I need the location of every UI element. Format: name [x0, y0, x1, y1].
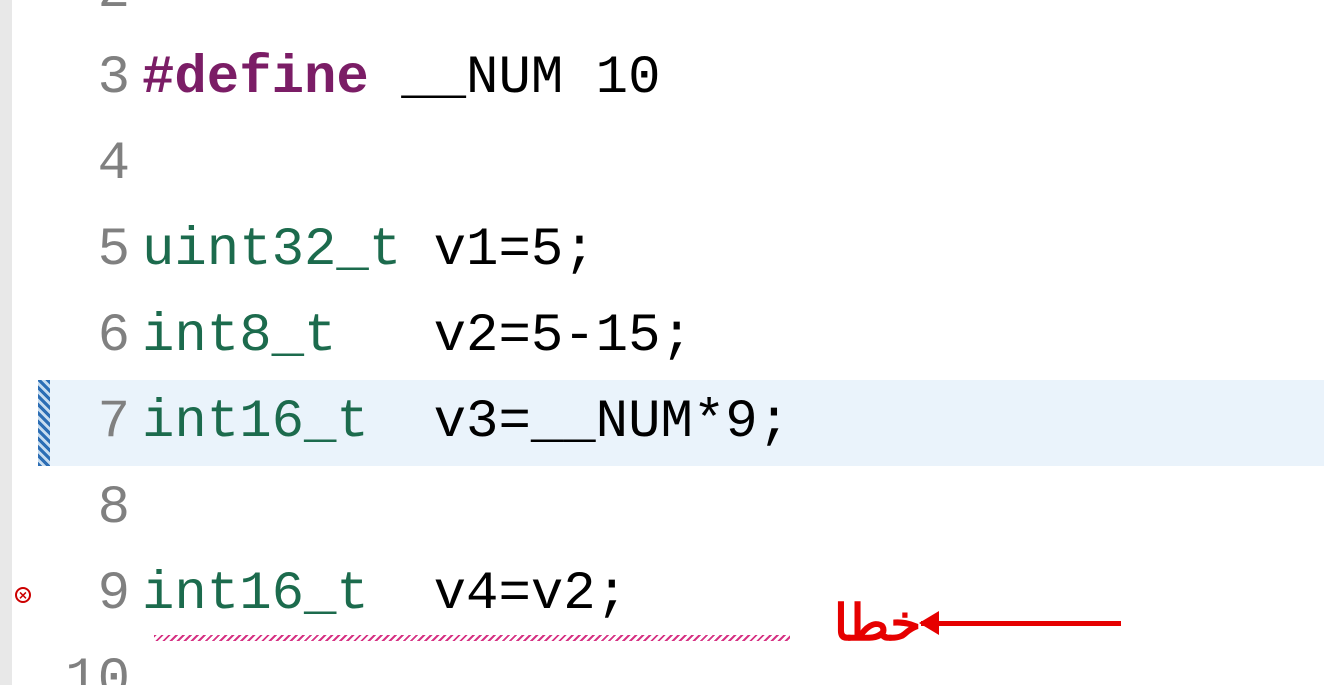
- code-area[interactable]: 23#define __NUM 1045uint32_t v1=5;6int8_…: [50, 0, 1324, 685]
- icon-gutter: [12, 0, 38, 685]
- code-line[interactable]: 3#define __NUM 10: [50, 36, 1324, 122]
- error-icon[interactable]: [15, 587, 31, 603]
- code-content[interactable]: uint32_t v1=5;: [142, 208, 596, 294]
- line-number: 4: [50, 122, 142, 208]
- code-line[interactable]: 2: [50, 0, 1324, 36]
- code-token: v4=v2;: [369, 564, 628, 625]
- code-line[interactable]: 10: [50, 638, 1324, 685]
- code-content[interactable]: int16_t v3=__NUM*9;: [142, 380, 790, 466]
- code-token: v2=5-15;: [336, 306, 692, 367]
- code-token: #define: [142, 48, 369, 109]
- code-token: int16_t: [142, 564, 369, 625]
- change-gutter: [38, 0, 50, 685]
- line-number: 2: [50, 0, 142, 36]
- line-number: 6: [50, 294, 142, 380]
- line-number: 7: [50, 380, 142, 466]
- code-line[interactable]: 8: [50, 466, 1324, 552]
- code-token: v3=__NUM*9;: [369, 392, 790, 453]
- line-number: 8: [50, 466, 142, 552]
- code-line[interactable]: 5uint32_t v1=5;: [50, 208, 1324, 294]
- code-line[interactable]: 7int16_t v3=__NUM*9;: [50, 380, 1324, 466]
- code-content[interactable]: int16_t v4=v2;: [142, 552, 628, 638]
- code-editor[interactable]: 23#define __NUM 1045uint32_t v1=5;6int8_…: [0, 0, 1324, 685]
- code-content[interactable]: int8_t v2=5-15;: [142, 294, 693, 380]
- line-number: 10: [50, 638, 142, 685]
- code-token: v1=5;: [401, 220, 595, 281]
- code-token: int8_t: [142, 306, 336, 367]
- code-line[interactable]: 4: [50, 122, 1324, 208]
- code-line[interactable]: 9int16_t v4=v2;: [50, 552, 1324, 638]
- line-number: 3: [50, 36, 142, 122]
- code-token: uint32_t: [142, 220, 401, 281]
- code-token: __NUM 10: [369, 48, 661, 109]
- line-number: 9: [50, 552, 142, 638]
- change-marker: [38, 380, 50, 466]
- code-token: int16_t: [142, 392, 369, 453]
- code-line[interactable]: 6int8_t v2=5-15;: [50, 294, 1324, 380]
- line-number: 5: [50, 208, 142, 294]
- scroll-margin: [0, 0, 12, 685]
- code-content[interactable]: #define __NUM 10: [142, 36, 661, 122]
